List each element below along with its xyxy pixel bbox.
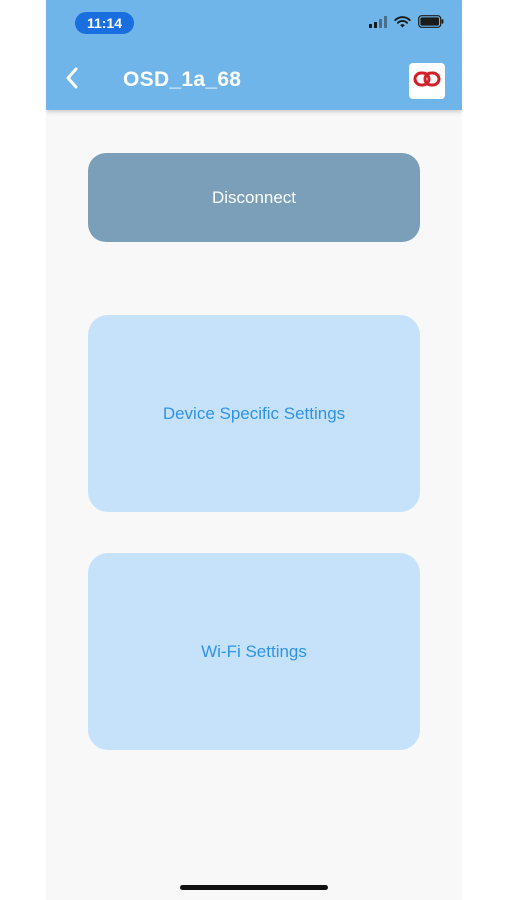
disconnect-label: Disconnect <box>211 187 297 207</box>
chevron-left-icon <box>65 67 79 94</box>
device-specific-settings-button[interactable]: Device Specific Settings <box>88 315 420 512</box>
wifi-settings-label: Wi-Fi Settings <box>201 641 307 661</box>
status-icons <box>369 15 444 33</box>
top-bar: 11:14 OSD_1a_68 <box>46 0 462 110</box>
app-screen: 11:14 OSD_1a_68 Disconnect Device Specif… <box>46 0 462 900</box>
page-title: OSD_1a_68 <box>123 68 242 91</box>
link-button[interactable] <box>409 63 445 99</box>
battery-icon <box>418 15 444 33</box>
back-button[interactable] <box>60 66 84 94</box>
status-time: 11:14 <box>75 12 134 34</box>
cellular-signal-icon <box>369 15 387 33</box>
device-specific-settings-label: Device Specific Settings <box>162 403 346 423</box>
link-chain-icon <box>413 70 441 93</box>
wifi-settings-button[interactable]: Wi-Fi Settings <box>88 553 420 750</box>
disconnect-button[interactable]: Disconnect <box>88 153 420 242</box>
home-indicator[interactable] <box>180 885 328 890</box>
wifi-icon <box>394 15 411 33</box>
